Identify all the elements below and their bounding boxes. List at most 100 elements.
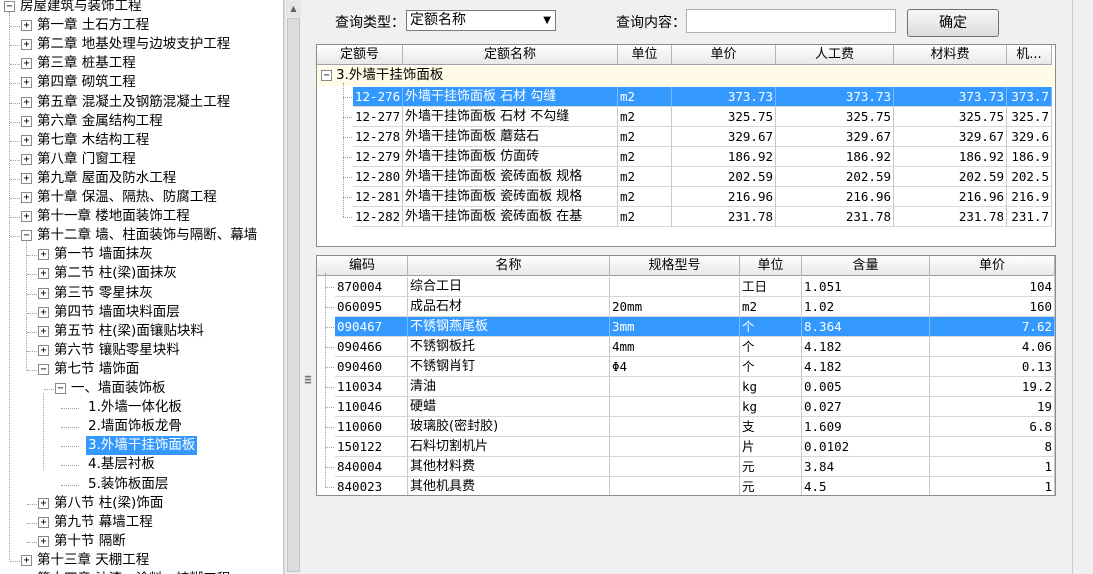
plus-box-icon[interactable]: + <box>38 535 49 547</box>
table-row[interactable]: 090467 不锈钢燕尾板 3mm 个 8.364 7.62 <box>335 317 1055 337</box>
quota-group-row[interactable]: − 3.外墙干挂饰面板 <box>317 66 1055 86</box>
table-row[interactable]: 150122 石料切割机片 片 0.0102 8 <box>335 437 1055 457</box>
tree-connector <box>325 387 334 388</box>
column-header[interactable]: 名称 <box>408 256 610 276</box>
tree-node-label: 第九节 幕墙工程 <box>54 513 153 530</box>
plus-box-icon[interactable]: + <box>21 192 32 203</box>
scroll-up-arrow-icon[interactable]: ▲ <box>286 1 301 17</box>
table-row[interactable]: 870004 综合工日 工日 1.051 104 <box>335 277 1055 297</box>
query-content-input[interactable] <box>686 9 896 33</box>
table-row[interactable]: 12-281 外墙干挂饰面板 瓷砖面板 规格 m2 216.96 216.96 216.9… <box>353 187 1052 207</box>
minus-box-icon[interactable]: − <box>55 383 66 394</box>
table-row[interactable]: 110046 硬蜡 kg 0.027 19 <box>335 397 1055 417</box>
cell-name: 不锈钢肖钉 <box>408 357 610 377</box>
tree-connector <box>10 64 20 66</box>
table-row[interactable]: 090460 不锈钢肖钉 Φ4 个 4.182 0.13 <box>335 357 1055 377</box>
column-header[interactable]: 单位 <box>740 256 802 276</box>
tree-node-label: 1.外墙一体化板 <box>88 399 182 416</box>
plus-box-icon[interactable]: + <box>21 153 32 165</box>
cell-code: 110046 <box>335 397 408 417</box>
grip-icon[interactable]: ━ ━ ━ <box>305 373 313 389</box>
cell-qty: 1.051 <box>802 277 930 297</box>
tree-scrollbar[interactable]: ▲ <box>284 0 301 574</box>
plus-box-icon[interactable]: + <box>21 39 32 51</box>
tree-connector <box>10 121 20 123</box>
table-row[interactable]: 12-278 外墙干挂饰面板 蘑菇石 m2 329.67 329.67 329.67 329… <box>353 127 1052 147</box>
panel-splitter[interactable]: ━ ━ ━ <box>302 0 316 574</box>
cell-code: 12-281 <box>353 187 403 207</box>
cell-code: 060095 <box>335 297 408 317</box>
plus-box-icon[interactable]: + <box>21 58 32 70</box>
tree-node-label: 第九章 屋面及防水工程 <box>37 169 177 186</box>
plus-box-icon[interactable]: + <box>38 249 49 261</box>
plus-box-icon[interactable]: + <box>38 344 49 356</box>
plus-box-icon[interactable]: + <box>21 20 32 32</box>
cell-labor: 325.75 <box>776 107 894 127</box>
table-row[interactable]: 12-279 外墙干挂饰面板 仿面砖 m2 186.92 186.92 186.92 186… <box>353 147 1052 167</box>
cell-spec: 20mm <box>610 297 740 317</box>
plus-box-icon[interactable]: + <box>38 268 49 280</box>
cell-name: 外墙干挂饰面板 仿面砖 <box>403 147 618 167</box>
tree-connector <box>61 408 79 410</box>
table-row[interactable]: 840023 其他机具费 元 4.5 1 <box>335 477 1055 495</box>
cell-name: 外墙干挂饰面板 瓷砖面板 规格 <box>403 187 618 207</box>
minus-box-icon[interactable]: − <box>4 1 15 12</box>
cell-machine: 186.9 <box>1007 147 1052 167</box>
plus-box-icon[interactable]: + <box>21 77 32 89</box>
cell-labor: 373.73 <box>776 87 894 107</box>
column-header[interactable]: 编码 <box>317 256 408 276</box>
plus-box-icon[interactable]: + <box>38 516 49 528</box>
table-row[interactable]: 12-277 外墙干挂饰面板 石材 不勾缝 m2 325.75 325.75 325.75… <box>353 107 1052 127</box>
plus-box-icon[interactable]: + <box>38 325 49 337</box>
column-header[interactable]: 定额号 <box>317 45 403 65</box>
material-table-header: 编码 名称 规格型号 单位 含量 单价 <box>317 256 1055 276</box>
plus-box-icon[interactable]: + <box>21 96 32 108</box>
cell-qty: 4.182 <box>802 337 930 357</box>
plus-box-icon[interactable]: + <box>38 287 49 299</box>
table-row[interactable]: 090466 不锈钢板托 4mm 个 4.182 4.06 <box>335 337 1055 357</box>
plus-box-icon[interactable]: + <box>38 497 49 509</box>
tree-connector <box>27 541 37 543</box>
table-row[interactable]: 12-280 外墙干挂饰面板 瓷砖面板 规格 m2 202.59 202.59 202.5… <box>353 167 1052 187</box>
minus-box-icon[interactable]: − <box>38 363 49 375</box>
tree-scrollbar-thumb[interactable] <box>287 18 300 572</box>
cell-labor: 202.59 <box>776 167 894 187</box>
column-header[interactable]: 规格型号 <box>610 256 740 276</box>
quota-table[interactable]: 定额号 定额名称 单位 单价 人工费 材料费 机... − 3.外墙干挂饰面板 12-276… <box>316 44 1056 247</box>
tree-node-label: 3.外墙干挂饰面板 <box>86 436 198 456</box>
plus-box-icon[interactable]: + <box>21 134 32 146</box>
confirm-button[interactable]: 确定 <box>907 9 999 37</box>
table-row[interactable]: 840004 其他材料费 元 3.84 1 <box>335 457 1055 477</box>
column-header[interactable]: 单价 <box>672 45 776 65</box>
plus-box-icon[interactable]: + <box>21 115 32 127</box>
table-row[interactable]: 110060 玻璃胶(密封胶) 支 1.609 6.8 <box>335 417 1055 437</box>
query-type-select[interactable]: 定额名称 ▼ <box>406 10 556 31</box>
plus-box-icon[interactable]: + <box>21 211 32 223</box>
cell-name: 成品石材 <box>408 297 610 317</box>
cell-name: 外墙干挂饰面板 石材 勾缝 <box>403 87 618 107</box>
tree-connector <box>26 240 27 370</box>
table-row[interactable]: 060095 成品石材 20mm m2 1.02 160 <box>335 297 1055 317</box>
cell-spec <box>610 437 740 457</box>
column-header[interactable]: 含量 <box>802 256 930 276</box>
table-row[interactable]: 110034 清油 kg 0.005 19.2 <box>335 377 1055 397</box>
column-header[interactable]: 人工费 <box>776 45 894 65</box>
column-header[interactable]: 单位 <box>618 45 672 65</box>
table-row[interactable]: 12-276 外墙干挂饰面板 石材 勾缝 m2 373.73 373.73 373.73 3… <box>353 87 1052 107</box>
cell-labor: 216.96 <box>776 187 894 207</box>
plus-box-icon[interactable]: + <box>21 554 32 566</box>
minus-box-icon[interactable]: − <box>321 70 332 81</box>
column-header[interactable]: 机... <box>1007 45 1052 65</box>
table-row[interactable]: 12-282 外墙干挂饰面板 瓷砖面板 在基 m2 231.78 231.78 231.7… <box>353 207 1052 227</box>
chevron-down-icon[interactable]: ▼ <box>543 11 551 30</box>
plus-box-icon[interactable]: + <box>38 306 49 318</box>
category-tree[interactable]: − 房屋建筑与装饰工程 + 第一章 土石方工程 + 第二章 地基处理与边坡支护工程 + 第三章… <box>0 0 284 574</box>
tree-connector <box>325 307 334 308</box>
cell-code: 870004 <box>335 277 408 297</box>
tree-connector <box>325 467 334 468</box>
material-table[interactable]: 编码 名称 规格型号 单位 含量 单价 870004 综合工日 工日 1.051 104 06009… <box>316 255 1056 496</box>
column-header[interactable]: 材料费 <box>894 45 1007 65</box>
column-header[interactable]: 定额名称 <box>403 45 618 65</box>
plus-box-icon[interactable]: + <box>21 172 32 184</box>
column-header[interactable]: 单价 <box>930 256 1055 276</box>
